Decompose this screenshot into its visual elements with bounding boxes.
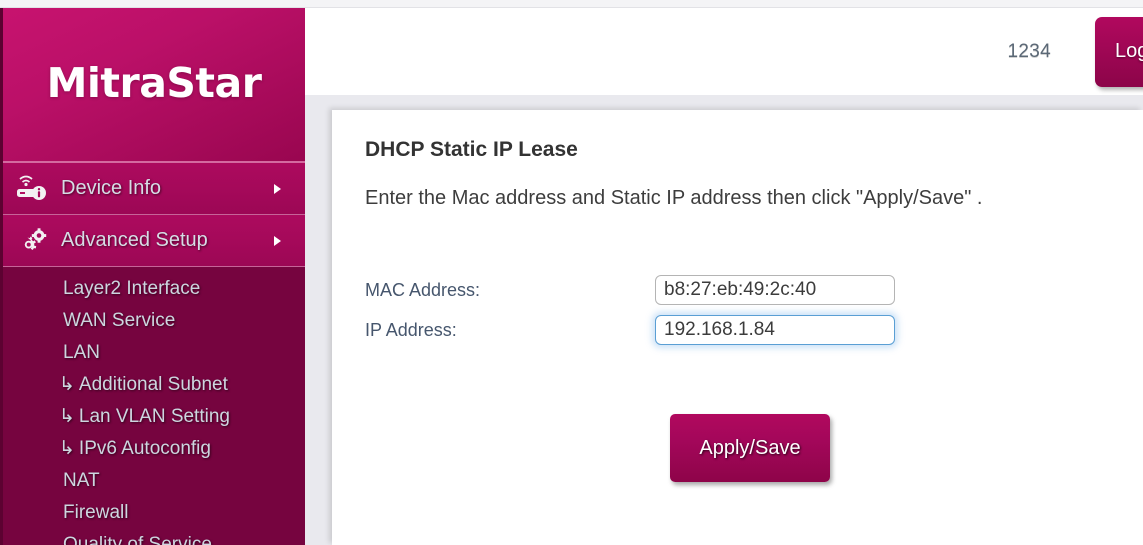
brand-logo-text: MitraStar	[46, 58, 262, 107]
sidebar-item-nat[interactable]: NAT	[3, 465, 305, 497]
top-strip	[0, 0, 1143, 8]
apply-save-button[interactable]: Apply/Save	[670, 414, 830, 482]
page-description: Enter the Mac address and Static IP addr…	[365, 187, 983, 209]
sidebar-item-wan-service[interactable]: WAN Service	[3, 305, 305, 337]
sidebar: MitraStar Device Info Advanced Setup Lay…	[0, 8, 305, 545]
sidebar-item-label: Quality of Service	[63, 534, 212, 545]
sidebar-item-device-info[interactable]: Device Info	[3, 163, 305, 215]
logout-button[interactable]: Logout	[1095, 16, 1143, 87]
page-title: DHCP Static IP Lease	[365, 138, 578, 161]
gears-icon	[15, 226, 49, 256]
sidebar-item-label: Layer2 Interface	[63, 278, 201, 299]
sidebar-item-label: Firewall	[63, 502, 129, 523]
sidebar-item-label: LAN	[63, 342, 100, 363]
page-header: 1234 Logout	[305, 8, 1143, 95]
sidebar-submenu: Layer2 Interface WAN Service LAN ↳ Additi…	[3, 267, 305, 545]
sidebar-item-label: NAT	[63, 470, 100, 491]
sidebar-item-label: Additional Subnet	[78, 374, 228, 395]
sidebar-item-lan-vlan-setting[interactable]: ↳ Lan VLAN Setting	[3, 401, 305, 433]
session-count-label: 1234	[1007, 40, 1051, 62]
sidebar-item-label: Device Info	[61, 177, 162, 199]
sidebar-item-advanced-setup[interactable]: Advanced Setup	[3, 215, 305, 267]
mac-address-label: MAC Address:	[365, 279, 481, 300]
sidebar-item-label: IPv6 Autoconfig	[78, 438, 211, 459]
ip-address-row: IP Address:	[365, 310, 895, 350]
submenu-prefix-icon: ↳	[59, 374, 75, 395]
content-card: DHCP Static IP Lease Enter the Mac addre…	[332, 110, 1143, 545]
sidebar-item-ipv6-autoconfig[interactable]: ↳ IPv6 Autoconfig	[3, 433, 305, 465]
mac-address-row: MAC Address:	[365, 270, 895, 310]
router-info-icon	[15, 174, 49, 204]
brand-logo-panel: MitraStar	[3, 8, 305, 163]
ip-address-input[interactable]	[655, 315, 895, 345]
sidebar-item-additional-subnet[interactable]: ↳ Additional Subnet	[3, 369, 305, 401]
chevron-right-icon	[274, 235, 281, 246]
submenu-prefix-icon: ↳	[59, 406, 75, 427]
sidebar-item-label: Lan VLAN Setting	[78, 406, 230, 427]
dhcp-lease-form: MAC Address: IP Address:	[365, 270, 895, 350]
submenu-prefix-icon: ↳	[59, 438, 75, 459]
sidebar-item-label: WAN Service	[63, 310, 176, 331]
sidebar-item-firewall[interactable]: Firewall	[3, 497, 305, 529]
mac-address-input[interactable]	[655, 275, 895, 305]
sidebar-item-lan[interactable]: LAN	[3, 337, 305, 369]
ip-address-label: IP Address:	[365, 319, 457, 340]
sidebar-item-quality-of-service[interactable]: Quality of Service	[3, 529, 305, 545]
sidebar-item-layer2-interface[interactable]: Layer2 Interface	[3, 273, 305, 305]
chevron-right-icon	[274, 183, 281, 194]
router-admin-page: 1234 Logout MitraStar Device Inf	[0, 0, 1143, 545]
sidebar-item-label: Advanced Setup	[61, 229, 208, 251]
